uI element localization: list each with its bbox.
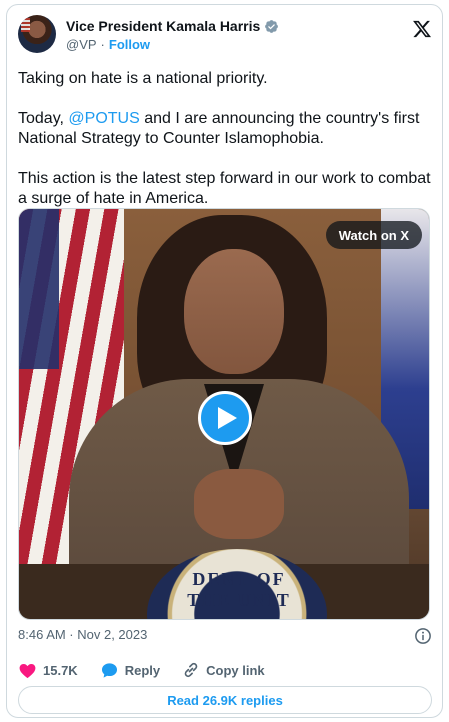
- like-count: 15.7K: [43, 662, 78, 678]
- reply-action[interactable]: Reply: [100, 661, 160, 680]
- author-handle[interactable]: @VP: [66, 37, 97, 52]
- tweet-card: Vice President Kamala Harris @VP · Follo…: [6, 4, 443, 718]
- timestamp[interactable]: 8:46 AM · Nov 2, 2023: [18, 627, 147, 642]
- vp-seal-text: DENT OF THE UNIT: [187, 569, 291, 610]
- mention-link-potus[interactable]: @POTUS: [68, 110, 139, 127]
- handle-line: @VP · Follow: [66, 37, 150, 52]
- play-icon: [218, 407, 237, 429]
- avatar[interactable]: [18, 15, 56, 53]
- tweet-meta: 8:46 AM · Nov 2, 2023: [18, 627, 432, 647]
- verified-badge-icon: [265, 19, 279, 33]
- tweet-header: Vice President Kamala Harris @VP · Follo…: [18, 15, 432, 55]
- speaker-hands: [194, 469, 284, 539]
- watch-on-x-button[interactable]: Watch on X: [325, 221, 422, 249]
- avatar-flag: [21, 18, 30, 32]
- copy-link-action[interactable]: Copy link: [182, 661, 265, 679]
- tweet-paragraph-1: Taking on hate is a national priority.: [18, 70, 268, 87]
- x-logo-icon[interactable]: [412, 19, 432, 39]
- tweet-actions: 15.7K Reply Copy link: [18, 658, 432, 682]
- copy-link-label: Copy link: [206, 662, 265, 678]
- tweet-text-part: Today,: [18, 110, 69, 127]
- link-icon: [184, 662, 198, 678]
- info-icon[interactable]: [414, 627, 432, 645]
- reply-label: Reply: [124, 662, 161, 678]
- tweet-paragraph-2: Today, @POTUS and I are announcing the c…: [18, 109, 432, 149]
- follow-button[interactable]: Follow: [109, 37, 150, 52]
- speaker-face: [184, 249, 284, 374]
- like-action[interactable]: 15.7K: [18, 661, 78, 680]
- separator-dot: ·: [100, 37, 105, 52]
- tweet-paragraph-3: This action is the latest step forward i…: [18, 170, 431, 207]
- tweet-text: Taking on hate is a national priority. T…: [18, 69, 432, 229]
- video-player[interactable]: DENT OF THE UNIT Watch on X: [18, 208, 430, 620]
- play-button[interactable]: [198, 391, 252, 445]
- heart-icon: [19, 663, 36, 678]
- reply-bubble-icon: [101, 662, 117, 678]
- read-replies-button[interactable]: Read 26.9K replies: [18, 686, 432, 714]
- author-name[interactable]: Vice President Kamala Harris: [66, 18, 260, 34]
- author-name-line: Vice President Kamala Harris: [66, 18, 279, 34]
